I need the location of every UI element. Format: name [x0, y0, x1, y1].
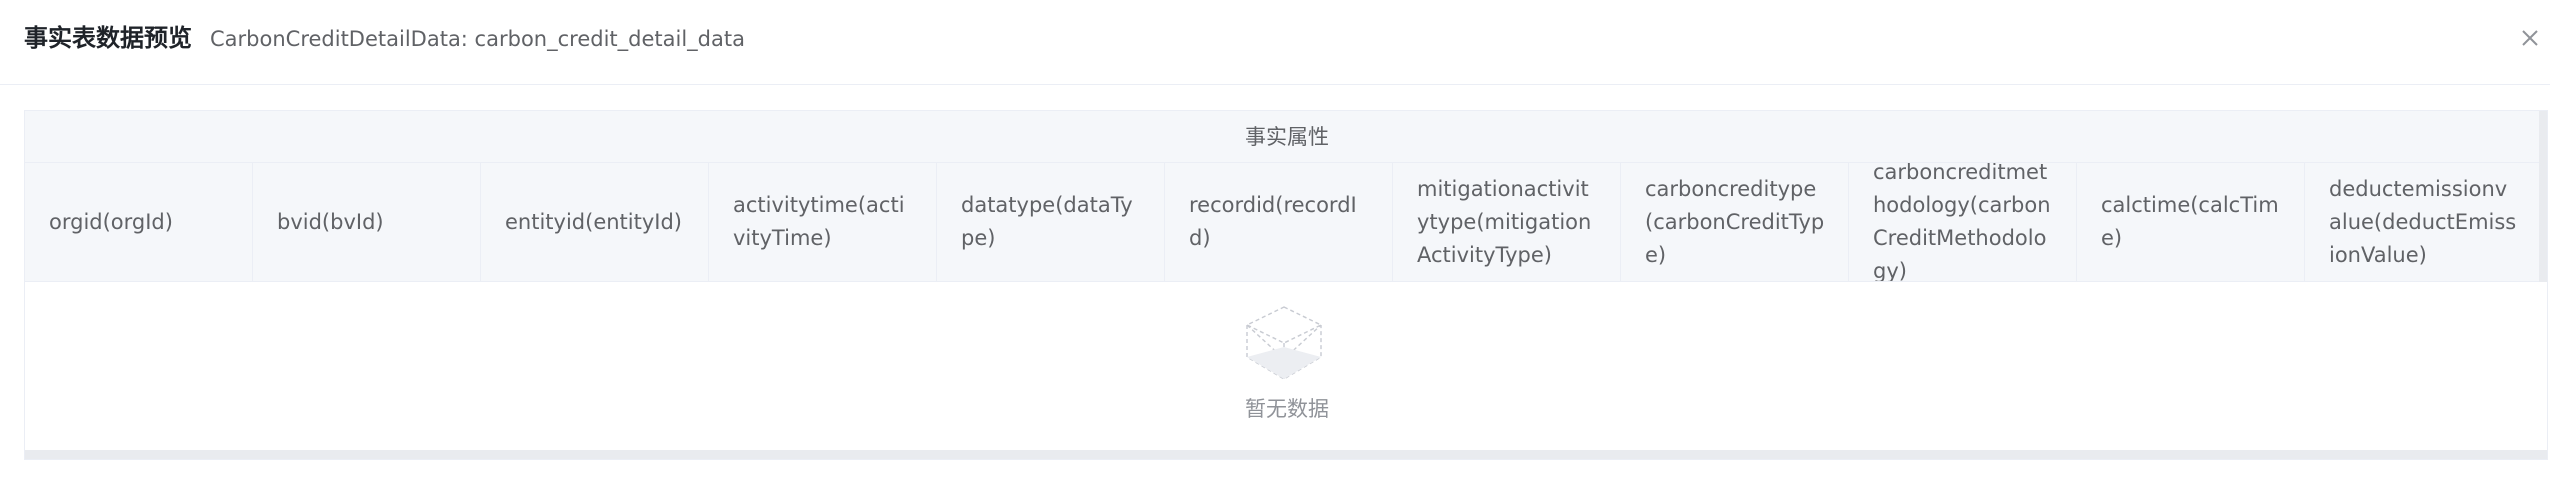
horizontal-scrollbar[interactable] [25, 450, 2547, 459]
column-header-bvid[interactable]: bvid(bvId) [253, 163, 481, 281]
column-header-entityid[interactable]: entityid(entityId) [481, 163, 709, 281]
column-header-mitigationactivitytype[interactable]: mitigationactivitytype(mitigationActivit… [1393, 163, 1621, 281]
empty-box-icon [1245, 306, 1323, 380]
group-header-fact-attributes: 事实属性 [25, 111, 2547, 163]
column-header-datatype[interactable]: datatype(dataType) [937, 163, 1165, 281]
dialog-subtitle: CarbonCreditDetailData: carbon_credit_de… [210, 27, 745, 51]
column-header-activitytime[interactable]: activitytime(activityTime) [709, 163, 937, 281]
preview-dialog: 事实表数据预览 CarbonCreditDetailData: carbon_c… [0, 0, 2550, 480]
column-header-deductemissionvalue[interactable]: deductemissionvalue(deductEmissionValue) [2305, 163, 2539, 281]
column-header-carboncreditype[interactable]: carboncreditype(carbonCreditType) [1621, 163, 1849, 281]
close-icon [2522, 30, 2538, 46]
empty-text: 暂无数据 [1245, 397, 1329, 421]
column-header-calctime[interactable]: calctime(calcTime) [2077, 163, 2305, 281]
column-header-carboncreditmethodology[interactable]: carboncreditmethodology(carbonCreditMeth… [1849, 163, 2077, 281]
column-header-orgid[interactable]: orgid(orgId) [25, 163, 253, 281]
vertical-scrollbar[interactable] [2539, 111, 2547, 282]
dialog-title: 事实表数据预览 [24, 24, 192, 52]
fact-data-table: 事实属性 orgid(orgId) bvid(bvId) entityid(en… [24, 110, 2548, 460]
close-button[interactable] [2516, 24, 2544, 52]
table-header-row: orgid(orgId) bvid(bvId) entityid(entityI… [25, 163, 2547, 282]
dialog-header: 事实表数据预览 CarbonCreditDetailData: carbon_c… [0, 0, 2550, 85]
column-header-recordid[interactable]: recordid(recordId) [1165, 163, 1393, 281]
table-empty-state: 暂无数据 [25, 282, 2547, 450]
